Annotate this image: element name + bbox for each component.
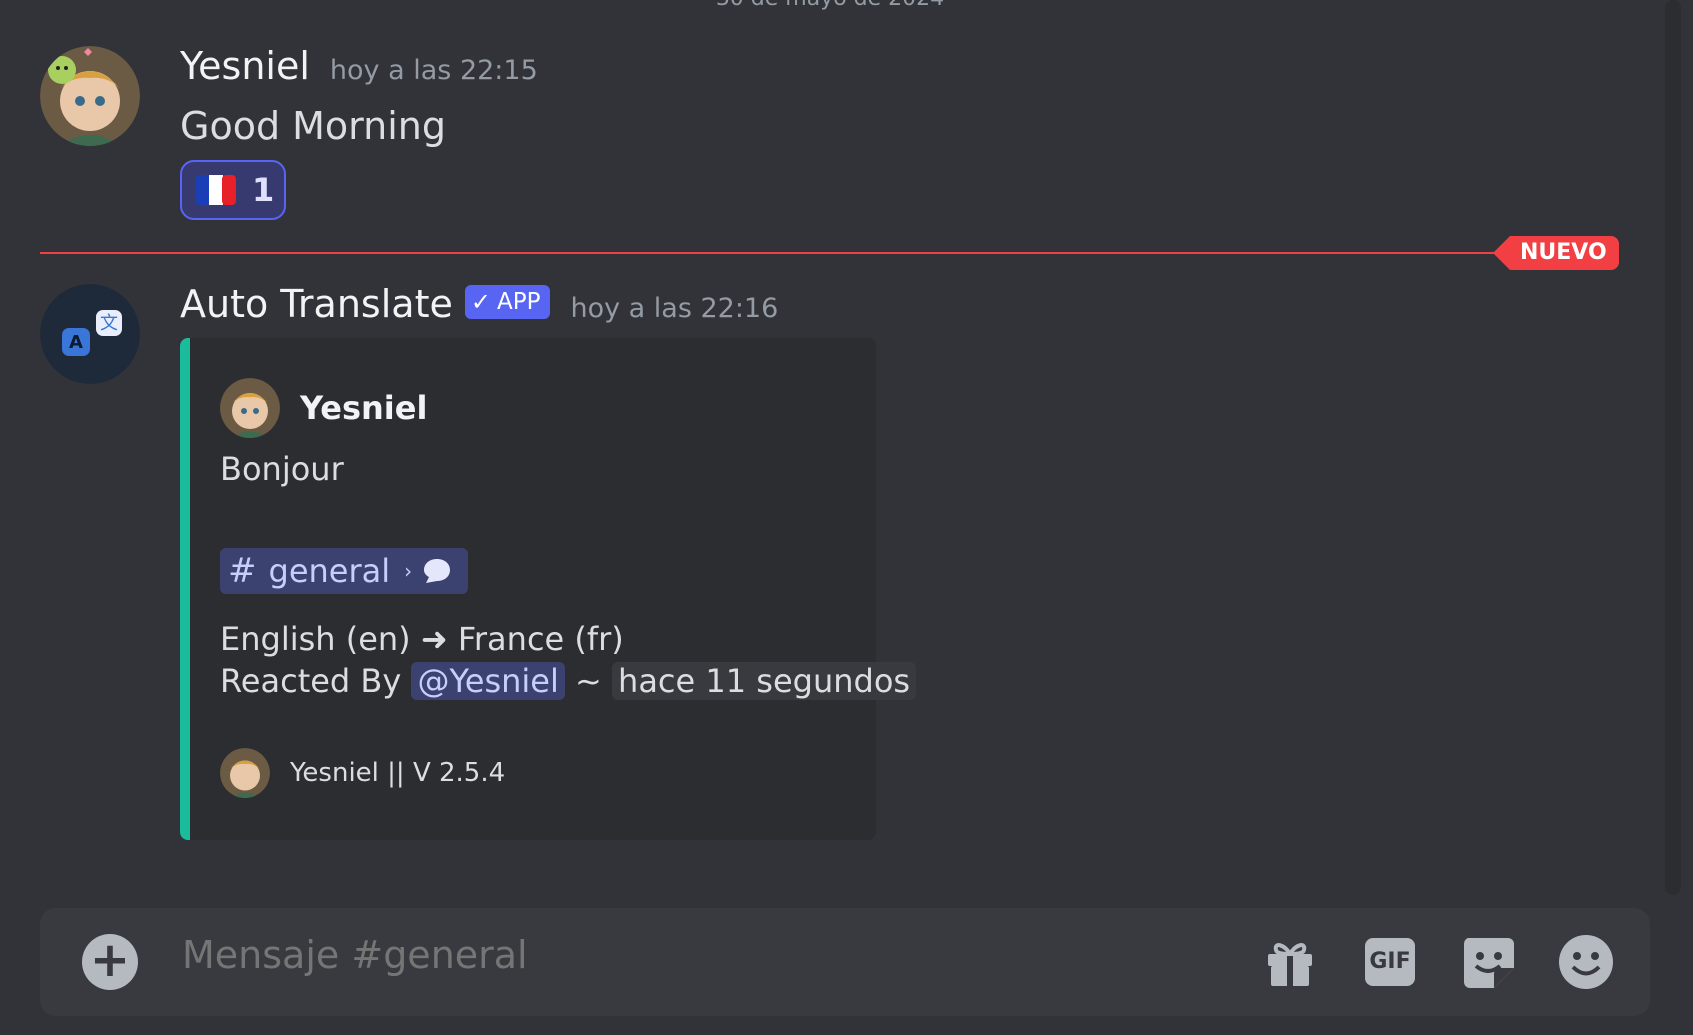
reacted-by-line: Reacted By @Yesniel ~ hace 11 segundos [220,662,917,700]
gif-label: GIF [1369,949,1411,974]
svg-text:A: A [69,332,83,353]
sticker-icon [1463,938,1514,988]
bot-timestamp: hoy a las 22:16 [570,293,779,324]
scrollbar[interactable] [1665,0,1681,895]
date-divider: 30 de mayo de 2024 [0,0,1660,11]
embed-description: Bonjour [220,450,344,488]
svg-text:文: 文 [100,313,118,334]
embed-author-avatar [220,378,280,438]
reacted-by-label: Reacted By [220,662,402,700]
chevron-right-icon: › [404,559,413,583]
reaction-count: 1 [252,171,275,209]
emoji-icon [1559,935,1613,989]
reaction-button[interactable]: 1 [180,160,286,220]
channel-name: general [268,552,391,590]
app-badge-label: APP [496,289,541,315]
gif-button[interactable]: GIF [1362,934,1418,990]
message-input-bar: + GIF [40,908,1650,1016]
message-input[interactable] [180,932,1184,978]
thread-bubble-icon [424,559,451,583]
checkmark-icon: ✓ [470,288,491,316]
message-text: Good Morning [180,104,446,148]
new-messages-divider [40,252,1510,254]
avatar[interactable] [40,46,140,146]
separator: ~ [575,662,602,700]
user-mention[interactable]: @Yesniel [411,662,565,700]
embed-footer: Yesniel || V 2.5.4 [220,748,505,798]
gift-icon [1268,943,1312,986]
embed-author: Yesniel [220,378,427,438]
footer-avatar [220,748,270,798]
hash-icon: # [228,551,257,591]
channel-link[interactable]: # general › [220,548,469,594]
gift-button[interactable] [1262,934,1318,990]
bot-avatar[interactable]: 文 A [40,284,140,384]
app-badge: ✓ APP [464,285,551,319]
message-timestamp: hoy a las 22:15 [329,55,538,86]
message-author[interactable]: Yesniel [180,44,310,88]
bot-author[interactable]: Auto Translate [180,282,453,326]
relative-time: hace 11 segundos [612,662,917,700]
flag-france-icon [196,175,236,205]
sticker-button[interactable] [1460,934,1516,990]
emoji-button[interactable] [1558,934,1614,990]
language-line: English (en) ➜ France (fr) [220,620,624,658]
footer-text: Yesniel || V 2.5.4 [290,758,506,788]
new-messages-badge: NUEVO [1493,236,1619,270]
translation-embed: Yesniel Bonjour # general › English (en)… [180,338,917,840]
embed-author-name[interactable]: Yesniel [300,389,427,427]
add-attachment-button[interactable]: + [82,934,138,990]
